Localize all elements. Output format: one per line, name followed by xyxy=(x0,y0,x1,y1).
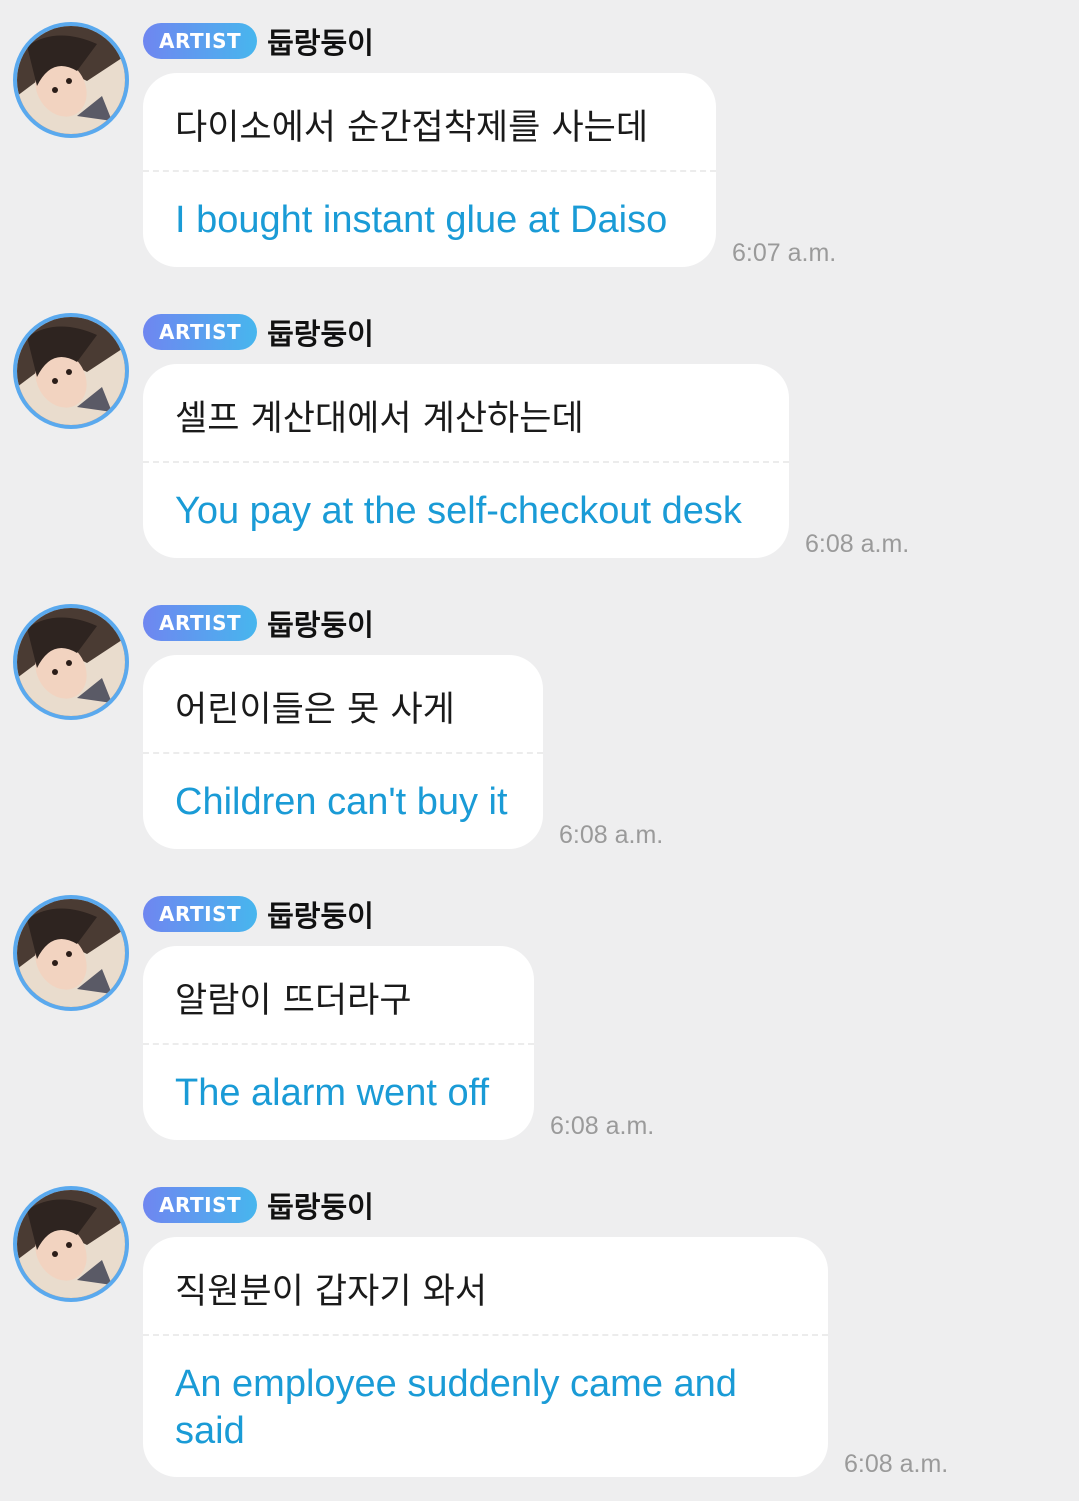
artist-badge: ARTIST xyxy=(143,1187,258,1223)
translation-divider xyxy=(143,461,789,463)
avatar[interactable] xyxy=(13,604,129,720)
message-bubble[interactable]: 알람이 뜨더라구 The alarm went off xyxy=(143,946,534,1140)
avatar-photo xyxy=(17,1190,125,1298)
chat-message: ARTIST 둡랑둥이 다이소에서 순간접착제를 사는데 I bought in… xyxy=(0,0,1079,291)
translated-text: Children can't buy it xyxy=(175,781,508,823)
message-timestamp: 6:08 a.m. xyxy=(805,530,910,558)
avatar[interactable] xyxy=(13,895,129,1011)
original-text: 셀프 계산대에서 계산하는데 xyxy=(175,399,584,439)
chat-message: ARTIST 둡랑둥이 셀프 계산대에서 계산하는데 You pay at th… xyxy=(0,291,1079,582)
message-timestamp: 6:08 a.m. xyxy=(844,1450,949,1478)
translated-text: I bought instant glue at Daiso xyxy=(175,199,668,241)
original-text: 어린이들은 못 사게 xyxy=(175,690,455,730)
avatar-photo xyxy=(17,899,125,1007)
message-header: ARTIST 둡랑둥이 xyxy=(143,604,374,642)
original-text: 다이소에서 순간접착제를 사는데 xyxy=(175,108,649,148)
message-bubble[interactable]: 어린이들은 못 사게 Children can't buy it xyxy=(143,655,543,849)
message-header: ARTIST 둡랑둥이 xyxy=(143,1186,374,1224)
message-timestamp: 6:08 a.m. xyxy=(559,821,664,849)
translated-text: The alarm went off xyxy=(175,1072,490,1114)
original-text: 알람이 뜨더라구 xyxy=(175,981,412,1021)
message-timestamp: 6:08 a.m. xyxy=(550,1112,655,1140)
message-header: ARTIST 둡랑둥이 xyxy=(143,313,374,351)
translation-divider xyxy=(143,170,716,172)
avatar-photo xyxy=(17,608,125,716)
message-bubble[interactable]: 다이소에서 순간접착제를 사는데 I bought instant glue a… xyxy=(143,73,716,267)
avatar[interactable] xyxy=(13,313,129,429)
chat-feed: ARTIST 둡랑둥이 다이소에서 순간접착제를 사는데 I bought in… xyxy=(0,0,1079,1501)
message-header: ARTIST 둡랑둥이 xyxy=(143,895,374,933)
avatar[interactable] xyxy=(13,1186,129,1302)
avatar[interactable] xyxy=(13,22,129,138)
artist-badge: ARTIST xyxy=(143,896,258,932)
avatar-photo xyxy=(17,26,125,134)
artist-badge: ARTIST xyxy=(143,605,258,641)
chat-message: ARTIST 둡랑둥이 어린이들은 못 사게 Children can't bu… xyxy=(0,582,1079,873)
message-header: ARTIST 둡랑둥이 xyxy=(143,22,374,60)
translated-text: An employee suddenly came and said xyxy=(175,1363,737,1452)
translation-divider xyxy=(143,752,543,754)
sender-name[interactable]: 둡랑둥이 xyxy=(267,893,374,935)
sender-name[interactable]: 둡랑둥이 xyxy=(267,1184,374,1226)
message-bubble[interactable]: 직원분이 갑자기 와서 An employee suddenly came an… xyxy=(143,1237,828,1477)
sender-name[interactable]: 둡랑둥이 xyxy=(267,311,374,353)
translation-divider xyxy=(143,1043,534,1045)
translation-divider xyxy=(143,1334,828,1336)
original-text: 직원분이 갑자기 와서 xyxy=(175,1272,488,1312)
artist-badge: ARTIST xyxy=(143,23,258,59)
chat-message: ARTIST 둡랑둥이 직원분이 갑자기 와서 An employee sudd… xyxy=(0,1164,1079,1501)
sender-name[interactable]: 둡랑둥이 xyxy=(267,602,374,644)
message-timestamp: 6:07 a.m. xyxy=(732,239,837,267)
translated-text: You pay at the self-checkout desk xyxy=(175,490,742,532)
chat-message: ARTIST 둡랑둥이 알람이 뜨더라구 The alarm went off … xyxy=(0,873,1079,1164)
sender-name[interactable]: 둡랑둥이 xyxy=(267,20,374,62)
artist-badge: ARTIST xyxy=(143,314,258,350)
avatar-photo xyxy=(17,317,125,425)
message-bubble[interactable]: 셀프 계산대에서 계산하는데 You pay at the self-check… xyxy=(143,364,789,558)
